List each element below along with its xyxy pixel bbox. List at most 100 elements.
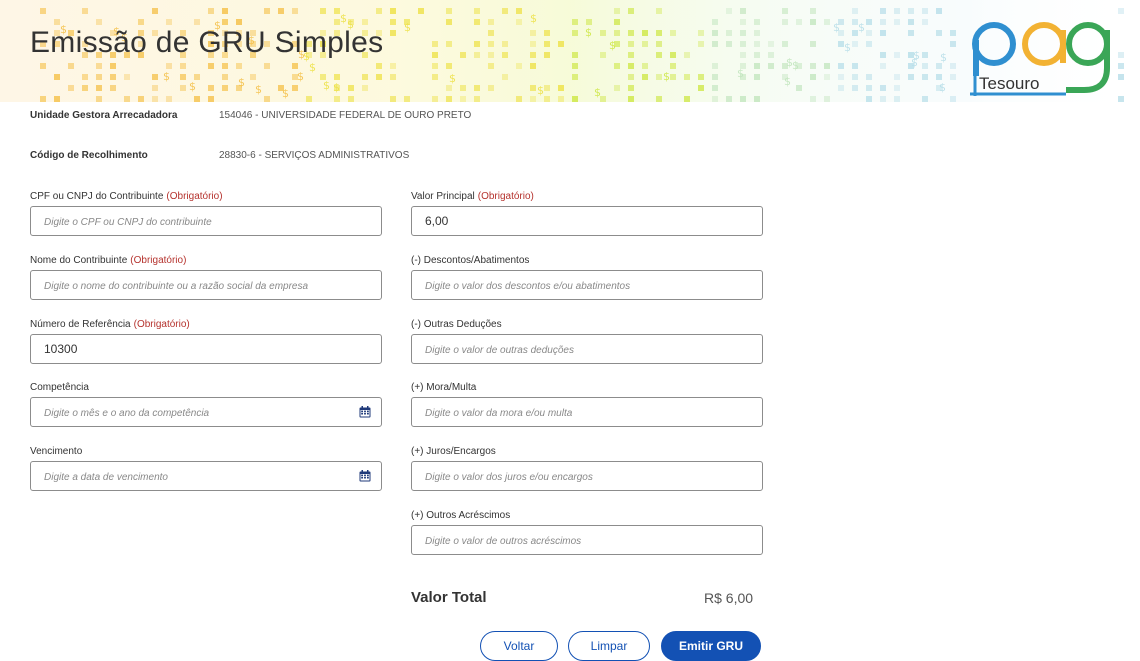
input-box xyxy=(411,397,763,427)
mora-multa-input[interactable] xyxy=(412,398,725,426)
banner-square xyxy=(922,52,928,58)
banner-square xyxy=(222,74,228,80)
input-box xyxy=(30,334,382,364)
field-descontos: (-) Descontos/Abatimentos xyxy=(411,254,763,300)
page-title: Emissão de GRU Simples xyxy=(30,26,384,59)
banner-square xyxy=(572,52,578,58)
banner-square xyxy=(502,74,508,80)
banner-square xyxy=(194,19,200,25)
calendar-icon[interactable] xyxy=(359,470,371,482)
banner-square xyxy=(684,96,690,102)
required-tag: (Obrigatório) xyxy=(166,191,223,202)
valor-principal-input[interactable] xyxy=(412,207,725,235)
info-value: 28830-6 - SERVIÇOS ADMINISTRATIVOS xyxy=(219,150,410,161)
banner-square xyxy=(558,41,564,47)
banner-square xyxy=(138,19,144,25)
banner-square xyxy=(376,74,382,80)
field-label: Número de Referência (Obrigatório) xyxy=(30,318,382,334)
banner-square xyxy=(502,52,508,58)
banner-square xyxy=(810,96,816,102)
banner-square xyxy=(628,74,634,80)
banner-square xyxy=(516,63,522,69)
banner-square xyxy=(572,19,578,25)
banner-dollar-glyph: $ xyxy=(323,79,330,92)
banner-square xyxy=(376,8,382,14)
input-box xyxy=(411,206,763,236)
competencia-input[interactable] xyxy=(31,398,344,426)
emit-gru-button[interactable]: Emitir GRU xyxy=(661,631,761,661)
banner-square xyxy=(838,63,844,69)
banner-square xyxy=(726,8,732,14)
banner-square xyxy=(810,41,816,47)
banner-square xyxy=(68,63,74,69)
banner-square xyxy=(726,41,732,47)
outras-deducoes-input[interactable] xyxy=(412,335,725,363)
banner-square xyxy=(712,30,718,36)
info-value: 154046 - UNIVERSIDADE FEDERAL DE OURO PR… xyxy=(219,110,472,121)
banner-square xyxy=(852,74,858,80)
total-label: Valor Total xyxy=(411,589,487,606)
field-label: (+) Mora/Multa xyxy=(411,382,477,393)
banner-square xyxy=(516,96,522,102)
banner-square xyxy=(530,96,536,102)
banner-square xyxy=(96,63,102,69)
vencimento-input[interactable] xyxy=(31,462,344,490)
field-label: (+) Juros/Encargos xyxy=(411,446,496,457)
banner-square xyxy=(950,63,956,69)
banner-square xyxy=(614,85,620,91)
banner-square xyxy=(768,63,774,69)
banner-square xyxy=(866,30,872,36)
banner-square xyxy=(866,74,872,80)
outros-acrescimos-input[interactable] xyxy=(412,526,725,554)
clear-button[interactable]: Limpar xyxy=(568,631,650,661)
banner-square xyxy=(488,41,494,47)
banner-dollar-glyph: $ xyxy=(340,12,347,25)
banner-dollar-glyph: $ xyxy=(537,84,544,97)
banner-square xyxy=(418,8,424,14)
calendar-icon[interactable] xyxy=(359,406,371,418)
banner-square xyxy=(726,30,732,36)
banner-square xyxy=(488,85,494,91)
banner-dollar-glyph: $ xyxy=(786,56,793,69)
juros-encargos-input[interactable] xyxy=(412,462,725,490)
banner-square xyxy=(712,19,718,25)
field-vencimento: Vencimento xyxy=(30,445,382,491)
total-value: R$ 6,00 xyxy=(704,590,754,606)
banner-square xyxy=(810,8,816,14)
banner-square xyxy=(628,41,634,47)
banner-square xyxy=(460,85,466,91)
banner-square xyxy=(656,74,662,80)
header-banner: $ $ $ $ $ $ $ $ $ $ $ $ $ $ $ $ $ $ $ $ $ $ $ $ $ $ $ $ $ $ $ $ $ $ $ $ $ Em… xyxy=(0,0,1140,102)
banner-square xyxy=(474,85,480,91)
descontos-input[interactable] xyxy=(412,271,725,299)
banner-square xyxy=(544,30,550,36)
banner-square xyxy=(54,74,60,80)
cpf-cnpj-input[interactable] xyxy=(31,207,344,235)
banner-square xyxy=(880,63,886,69)
banner-square xyxy=(68,85,74,91)
banner-square xyxy=(614,63,620,69)
numero-referencia-input[interactable] xyxy=(31,335,344,363)
banner-square xyxy=(894,74,900,80)
banner-square xyxy=(530,41,536,47)
banner-square xyxy=(474,41,480,47)
banner-square xyxy=(96,74,102,80)
banner-square xyxy=(222,19,228,25)
banner-square xyxy=(82,85,88,91)
banner-square xyxy=(740,19,746,25)
banner-square xyxy=(810,19,816,25)
banner-square xyxy=(698,74,704,80)
banner-square xyxy=(348,85,354,91)
banner-square xyxy=(740,8,746,14)
banner-square xyxy=(880,85,886,91)
banner-square xyxy=(446,63,452,69)
banner-square xyxy=(754,74,760,80)
banner-square xyxy=(124,96,130,102)
field-label-text: Valor Principal xyxy=(411,191,475,202)
banner-square xyxy=(908,30,914,36)
nome-contribuinte-input[interactable] xyxy=(31,271,344,299)
banner-square xyxy=(628,52,634,58)
back-button[interactable]: Voltar xyxy=(480,631,558,661)
banner-square xyxy=(642,74,648,80)
field-cpf-cnpj: CPF ou CNPJ do Contribuinte (Obrigatório) xyxy=(30,190,382,236)
